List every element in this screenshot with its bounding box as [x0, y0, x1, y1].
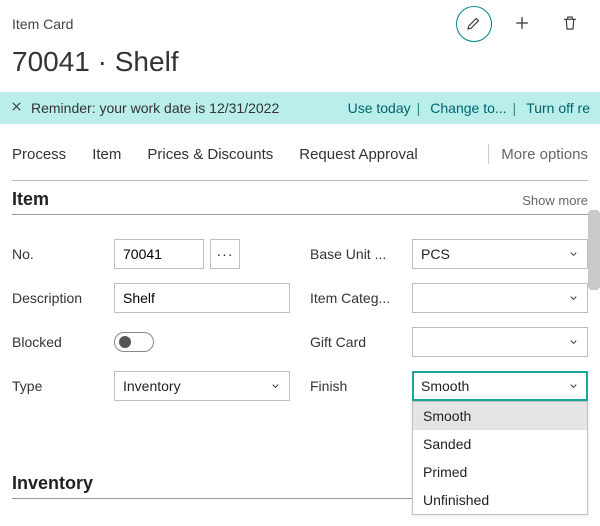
no-label: No. [12, 246, 37, 262]
divider [488, 144, 489, 164]
chevron-down-icon [568, 381, 579, 392]
finish-option[interactable]: Sanded [413, 430, 587, 458]
description-input[interactable] [114, 283, 290, 313]
close-icon [10, 100, 23, 116]
finish-select[interactable]: Smooth [412, 371, 588, 401]
base-unit-select[interactable]: PCS [412, 239, 588, 269]
separator: | [417, 100, 421, 116]
tab-prices-discounts[interactable]: Prices & Discounts [147, 146, 273, 163]
finish-option[interactable]: Primed [413, 458, 587, 486]
use-today-link[interactable]: Use today [348, 100, 411, 116]
no-input[interactable] [114, 239, 204, 269]
chevron-down-icon [568, 337, 579, 348]
gift-card-label: Gift Card [310, 334, 369, 350]
base-unit-value: PCS [421, 246, 450, 262]
tab-more-options[interactable]: More options [501, 146, 588, 163]
show-more-link[interactable]: Show more [522, 193, 588, 208]
blocked-toggle[interactable] [114, 332, 154, 352]
scrollbar-thumb[interactable] [588, 210, 600, 290]
gift-card-select[interactable] [412, 327, 588, 357]
dismiss-notification[interactable] [10, 100, 23, 116]
item-categ-select[interactable] [412, 283, 588, 313]
type-select[interactable]: Inventory [114, 371, 290, 401]
tab-item[interactable]: Item [92, 146, 121, 163]
separator: | [513, 100, 517, 116]
new-button[interactable] [504, 6, 540, 42]
tab-request-approval[interactable]: Request Approval [299, 146, 417, 163]
change-to-link[interactable]: Change to... [430, 100, 506, 116]
turn-off-link[interactable]: Turn off re [526, 100, 590, 116]
notification-text: Reminder: your work date is 12/31/2022 [31, 100, 279, 116]
trash-icon [561, 14, 579, 35]
toggle-knob [119, 336, 131, 348]
finish-option[interactable]: Smooth [413, 402, 587, 430]
finish-value: Smooth [421, 378, 469, 394]
description-label: Description [12, 290, 85, 306]
chevron-down-icon [568, 293, 579, 304]
finish-dropdown: Smooth Sanded Primed Unfinished [412, 401, 588, 515]
breadcrumb: Item Card [12, 16, 73, 32]
type-value: Inventory [123, 378, 181, 394]
pencil-icon [465, 14, 483, 35]
no-lookup-button[interactable]: ··· [210, 239, 240, 269]
page-title: 70041 · Shelf [0, 42, 600, 92]
finish-option[interactable]: Unfinished [413, 486, 587, 514]
item-categ-label: Item Categ... [310, 290, 393, 306]
edit-button[interactable] [456, 6, 492, 42]
blocked-label: Blocked [12, 334, 65, 350]
plus-icon [512, 13, 532, 36]
base-unit-label: Base Unit ... [310, 246, 389, 262]
work-date-notification: Reminder: your work date is 12/31/2022 U… [0, 92, 600, 124]
tab-process[interactable]: Process [12, 146, 66, 163]
finish-label: Finish [310, 378, 350, 394]
delete-button[interactable] [552, 6, 588, 42]
type-label: Type [12, 378, 45, 394]
ellipsis-icon: ··· [217, 246, 234, 262]
section-item-heading: Item [12, 189, 49, 210]
chevron-down-icon [568, 249, 579, 260]
chevron-down-icon [270, 381, 281, 392]
